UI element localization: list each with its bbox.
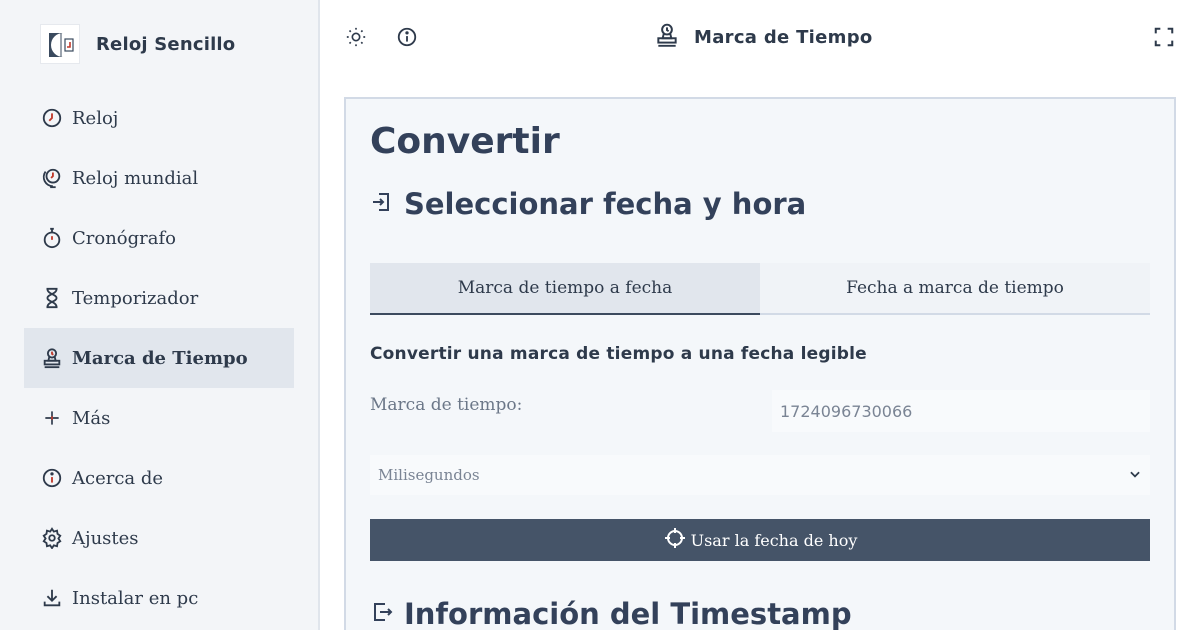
stamp-icon — [40, 346, 64, 370]
app-logo — [40, 24, 80, 64]
exit-icon — [370, 600, 394, 628]
section-title: Seleccionar fecha y hora — [404, 187, 807, 221]
plus-icon — [40, 406, 64, 430]
sidebar-item-label: Más — [72, 407, 111, 429]
info-icon[interactable] — [394, 24, 420, 50]
sidebar-item-mas[interactable]: Más — [24, 388, 294, 448]
tab-date-to-timestamp[interactable]: Fecha a marca de tiempo — [760, 263, 1150, 313]
world-clock-icon — [40, 166, 64, 190]
timestamp-label: Marca de tiempo: — [370, 395, 523, 415]
converter-subtitle: Convertir una marca de tiempo a una fech… — [370, 344, 867, 364]
page-title: Marca de Tiempo — [694, 26, 873, 48]
sidebar-item-label: Temporizador — [72, 287, 199, 309]
chevron-down-icon — [1128, 466, 1142, 485]
sidebar-item-label: Cronógrafo — [72, 227, 177, 249]
sidebar-item-acerca-de[interactable]: Acerca de — [24, 448, 294, 508]
use-today-label: Usar la fecha de hoy — [690, 530, 858, 550]
hourglass-icon — [40, 286, 64, 310]
sidebar-item-label: Reloj mundial — [72, 167, 199, 189]
sidebar-item-label: Reloj — [72, 107, 119, 129]
unit-select-value: Milisegundos — [378, 466, 480, 484]
sidebar: Reloj Sencillo Reloj Reloj mundial Cronó… — [0, 0, 320, 630]
sidebar-item-temporizador[interactable]: Temporizador — [24, 268, 294, 328]
page-heading: Marca de Tiempo — [654, 22, 873, 52]
clock-icon — [40, 106, 64, 130]
converter-card: Convertir Seleccionar fecha y hora Marca… — [344, 97, 1176, 630]
tab-timestamp-to-date[interactable]: Marca de tiempo a fecha — [370, 263, 760, 315]
sun-icon[interactable] — [343, 24, 369, 50]
sidebar-item-marca-de-tiempo[interactable]: Marca de Tiempo — [24, 328, 294, 388]
info-icon — [40, 466, 64, 490]
sidebar-item-label: Acerca de — [72, 467, 164, 489]
sidebar-item-ajustes[interactable]: Ajustes — [24, 508, 294, 568]
sidebar-item-cronografo[interactable]: Cronógrafo — [24, 208, 294, 268]
sidebar-item-reloj-mundial[interactable]: Reloj mundial — [24, 148, 294, 208]
unit-select[interactable]: Milisegundos — [370, 455, 1150, 495]
download-icon — [40, 586, 64, 610]
stamp-icon — [654, 22, 680, 52]
sidebar-item-label: Marca de Tiempo — [72, 347, 248, 369]
use-today-button[interactable]: Usar la fecha de hoy — [370, 519, 1150, 561]
top-bar: Marca de Tiempo — [320, 0, 1200, 72]
info-heading: Información del Timestamp — [370, 597, 852, 630]
brand[interactable]: Reloj Sencillo — [40, 23, 235, 65]
sidebar-item-reloj[interactable]: Reloj — [24, 88, 294, 148]
enter-icon — [370, 190, 394, 218]
crosshair-icon — [663, 526, 687, 554]
gear-icon — [40, 526, 64, 550]
fullscreen-icon[interactable] — [1151, 24, 1177, 50]
sidebar-item-label: Ajustes — [72, 527, 139, 549]
timestamp-input[interactable] — [772, 390, 1150, 432]
sidebar-item-instalar[interactable]: Instalar en pc — [24, 568, 294, 628]
conversion-tabs: Marca de tiempo a fecha Fecha a marca de… — [370, 263, 1150, 315]
sidebar-nav: Reloj Reloj mundial Cronógrafo Temporiza… — [24, 88, 294, 628]
main-title: Convertir — [370, 121, 560, 162]
app-name: Reloj Sencillo — [96, 33, 236, 55]
stopwatch-icon — [40, 226, 64, 250]
info-title: Información del Timestamp — [404, 597, 852, 630]
section-heading: Seleccionar fecha y hora — [370, 187, 806, 221]
sidebar-item-label: Instalar en pc — [72, 587, 199, 609]
